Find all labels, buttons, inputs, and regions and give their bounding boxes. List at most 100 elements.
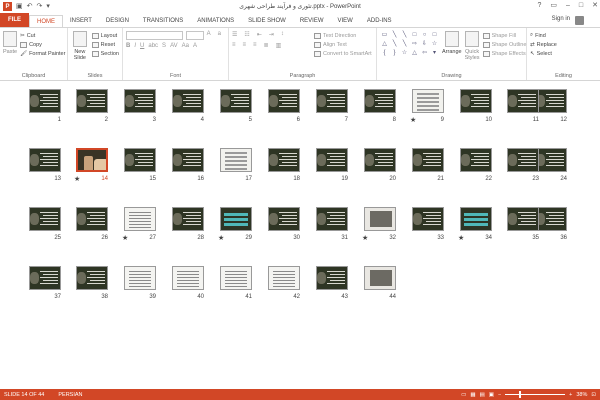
avatar[interactable] [575, 16, 584, 25]
slide-thumbnail-20[interactable] [364, 148, 396, 172]
font-size-input[interactable] [185, 31, 204, 40]
slide-thumbnail-8[interactable] [364, 89, 396, 113]
shadow-button[interactable]: abc [148, 43, 158, 49]
animation-star-icon[interactable]: ★ [74, 175, 80, 183]
animation-star-icon[interactable]: ★ [122, 234, 128, 242]
brace-shape-icon[interactable]: } [390, 49, 399, 57]
triangle-shape-icon[interactable]: △ [410, 49, 419, 57]
star-shape-icon[interactable]: ☆ [430, 40, 439, 48]
animation-star-icon[interactable]: ★ [458, 234, 464, 242]
slide-show-icon[interactable]: ▣ [489, 392, 494, 398]
align-right-icon[interactable]: ≡ [253, 42, 257, 49]
shrink-font-icon[interactable]: a [218, 31, 221, 40]
slide-thumbnail-40[interactable] [172, 266, 204, 290]
tab-file[interactable]: FILE [0, 13, 29, 27]
find-button[interactable]: ⌕ Find [530, 31, 597, 40]
slide-thumbnail-3[interactable] [124, 89, 156, 113]
replace-button[interactable]: ⇄ Replace [530, 40, 597, 49]
zoom-slider-knob[interactable] [519, 391, 522, 398]
columns-icon[interactable]: ▥ [276, 42, 282, 49]
font-color-button[interactable]: A [193, 43, 197, 49]
slide-thumbnail-29[interactable] [220, 207, 252, 231]
animation-star-icon[interactable]: ★ [362, 234, 368, 242]
normal-view-icon[interactable]: ▭ [461, 392, 466, 398]
bullets-icon[interactable]: ☰ [232, 31, 237, 38]
slide-thumbnail-26[interactable] [76, 207, 108, 231]
tab-insert[interactable]: INSERT [63, 15, 99, 27]
slide-thumbnail-38[interactable] [76, 266, 108, 290]
line-spacing-icon[interactable]: ↕ [281, 31, 284, 38]
reset-button[interactable]: Reset [91, 40, 119, 49]
align-text-button[interactable]: Align Text [314, 40, 372, 49]
slide-thumbnail-6[interactable] [268, 89, 300, 113]
minimize-icon[interactable]: – [566, 0, 570, 12]
language-indicator[interactable]: PERSIAN [58, 392, 82, 398]
bold-button[interactable]: B [126, 43, 130, 49]
more-shapes-icon[interactable]: ▾ [430, 49, 439, 57]
layout-button[interactable]: Layout [91, 31, 119, 40]
slide-thumbnail-34[interactable] [460, 207, 492, 231]
shape-outline-button[interactable]: Shape Outline [482, 40, 526, 49]
tab-animations[interactable]: ANIMATIONS [190, 15, 241, 27]
slide-thumbnail-33[interactable] [412, 207, 444, 231]
slide-thumbnail-18[interactable] [268, 148, 300, 172]
increase-indent-icon[interactable]: ⇥ [269, 31, 274, 38]
tab-slide-show[interactable]: SLIDE SHOW [241, 15, 293, 27]
slide-thumbnail-30[interactable] [268, 207, 300, 231]
slide-thumbnail-32[interactable] [364, 207, 396, 231]
italic-button[interactable]: I [134, 43, 136, 49]
triangle-shape-icon[interactable]: △ [380, 40, 389, 48]
slide-thumbnail-19[interactable] [316, 148, 348, 172]
maximize-icon[interactable]: □ [579, 0, 583, 12]
decrease-indent-icon[interactable]: ⇤ [257, 31, 262, 38]
slide-thumbnail-24[interactable] [535, 148, 567, 172]
slide-thumbnail-12[interactable] [535, 89, 567, 113]
slide-thumbnail-5[interactable] [220, 89, 252, 113]
slide-thumbnail-42[interactable] [268, 266, 300, 290]
change-case-button[interactable]: Aa [182, 43, 189, 49]
slide-thumbnail-1[interactable] [29, 89, 61, 113]
tab-view[interactable]: VIEW [331, 15, 360, 27]
slide-thumbnail-10[interactable] [460, 89, 492, 113]
slide-thumbnail-41[interactable] [220, 266, 252, 290]
help-icon[interactable]: ? [537, 0, 541, 12]
line-shape-icon[interactable]: ╲ [390, 40, 399, 48]
slide-thumbnail-43[interactable] [316, 266, 348, 290]
shape-effects-button[interactable]: Shape Effects [482, 49, 527, 58]
animation-star-icon[interactable]: ★ [218, 234, 224, 242]
slide-thumbnail-27[interactable] [124, 207, 156, 231]
rectangle-shape-icon[interactable]: □ [410, 31, 419, 39]
animation-star-icon[interactable]: ★ [410, 116, 416, 124]
slide-thumbnail-35[interactable] [507, 207, 539, 231]
slide-thumbnail-14[interactable] [76, 148, 108, 172]
slide-thumbnail-25[interactable] [29, 207, 61, 231]
reading-view-icon[interactable]: ▤ [480, 392, 485, 398]
arrow-shape-icon[interactable]: ⇩ [420, 40, 429, 48]
slide-thumbnail-7[interactable] [316, 89, 348, 113]
arrow-shape-icon[interactable]: ⇨ [410, 40, 419, 48]
format-painter-button[interactable]: 🖌 Format Painter [20, 49, 65, 58]
slide-thumbnail-37[interactable] [29, 266, 61, 290]
tab-review[interactable]: REVIEW [293, 15, 331, 27]
slide-thumbnail-39[interactable] [124, 266, 156, 290]
slide-thumbnail-31[interactable] [316, 207, 348, 231]
line-shape-icon[interactable]: ╲ [400, 40, 409, 48]
grow-font-icon[interactable]: A [207, 31, 211, 40]
slide-thumbnail-11[interactable] [507, 89, 539, 113]
line-shape-icon[interactable]: ╲ [390, 31, 399, 39]
strike-button[interactable]: S [162, 43, 166, 49]
arrow-shape-icon[interactable]: ⇦ [420, 49, 429, 57]
slide-thumbnail-4[interactable] [172, 89, 204, 113]
tab-home[interactable]: HOME [29, 15, 63, 27]
copy-button[interactable]: Copy [20, 40, 65, 49]
cut-button[interactable]: ✂ Cut [20, 31, 65, 40]
zoom-level[interactable]: 38% [576, 392, 587, 398]
slide-thumbnail-13[interactable] [29, 148, 61, 172]
slide-thumbnail-36[interactable] [535, 207, 567, 231]
zoom-out-button[interactable]: − [498, 392, 501, 398]
slide-thumbnail-9[interactable] [412, 89, 444, 113]
slide-sorter-view-icon[interactable]: ▦ [470, 392, 475, 398]
text-direction-button[interactable]: Text Direction [314, 31, 372, 40]
sign-in-link[interactable]: Sign in [552, 16, 570, 22]
close-icon[interactable]: ✕ [592, 0, 598, 12]
